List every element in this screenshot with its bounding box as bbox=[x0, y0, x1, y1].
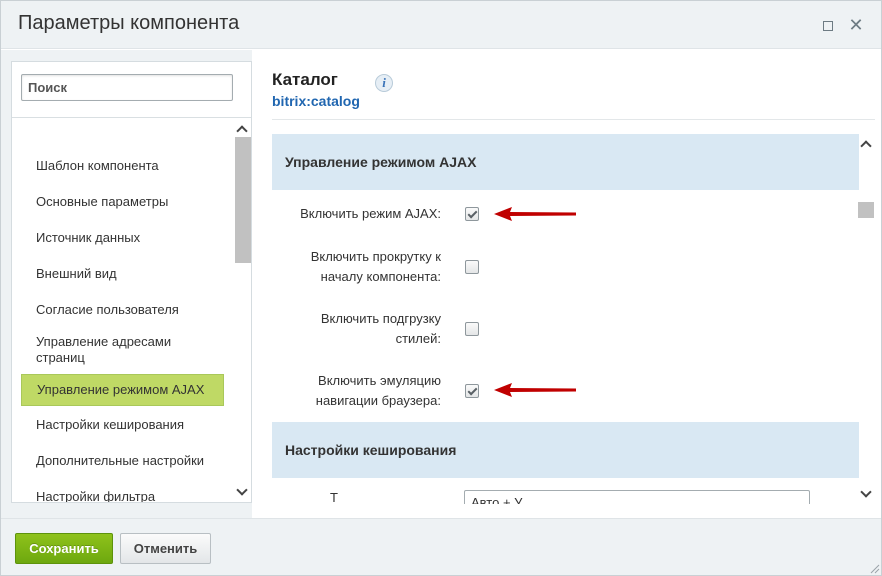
dialog-footer: Сохранить Отменить bbox=[1, 518, 881, 575]
sidebar-item-ajax[interactable]: Управление режимом AJAX bbox=[21, 374, 224, 406]
scroll-up-icon[interactable] bbox=[233, 121, 251, 137]
component-params-dialog: Параметры компонента ✕ Шаблон компонента… bbox=[0, 0, 882, 576]
red-arrow-pointer bbox=[494, 383, 576, 397]
scroll-down-icon[interactable] bbox=[857, 486, 875, 502]
param-label-history-emulation: Включить эмуляцию навигации браузера: bbox=[315, 373, 441, 408]
component-title: Каталог bbox=[272, 70, 338, 89]
section-cache-header: Настройки кеширования bbox=[272, 422, 859, 478]
sidebar-item-filter[interactable]: Настройки фильтра bbox=[21, 487, 224, 502]
sections-panel: Шаблон компонента Основные параметры Ист… bbox=[11, 61, 252, 503]
search-input[interactable] bbox=[21, 74, 233, 101]
sidebar-item-sef[interactable]: Управление адресами страниц bbox=[21, 332, 191, 368]
sidebar-item-consent[interactable]: Согласие пользователя bbox=[21, 300, 224, 320]
params-panel: Каталог i bitrix:catalog Управление режи… bbox=[252, 50, 881, 518]
scroll-down-icon[interactable] bbox=[233, 484, 251, 500]
cache-type-select[interactable]: Авто + У bbox=[464, 490, 810, 504]
scroll-up-icon[interactable] bbox=[857, 136, 875, 152]
param-label-cache-type: Т bbox=[330, 490, 338, 504]
sidebar-item-basic[interactable]: Основные параметры bbox=[21, 192, 224, 212]
params-form: Управление режимом AJAX Включить режим A… bbox=[272, 134, 859, 504]
info-icon[interactable]: i bbox=[375, 74, 393, 92]
scroll-thumb[interactable] bbox=[858, 202, 874, 218]
sidebar-item-datasource[interactable]: Источник данных bbox=[21, 228, 224, 248]
ajax-mode-checkbox[interactable] bbox=[465, 207, 479, 221]
sidebar-item-template[interactable]: Шаблон компонента bbox=[21, 156, 224, 176]
sidebar-item-cache[interactable]: Настройки кеширования bbox=[21, 415, 224, 435]
history-emulation-checkbox[interactable] bbox=[465, 384, 479, 398]
search-area bbox=[12, 62, 251, 118]
resize-grip-icon[interactable] bbox=[870, 564, 880, 574]
save-button[interactable]: Сохранить bbox=[15, 533, 113, 564]
section-ajax-header: Управление режимом AJAX bbox=[272, 134, 859, 190]
sidebar-item-additional[interactable]: Дополнительные настройки bbox=[21, 451, 224, 471]
scroll-thumb[interactable] bbox=[235, 137, 251, 263]
param-label-scroll-top: Включить прокрутку к началу компонента: bbox=[310, 249, 441, 284]
params-scrollbar[interactable] bbox=[857, 134, 875, 504]
maximize-icon[interactable] bbox=[818, 15, 838, 35]
sidebar-item-appearance[interactable]: Внешний вид bbox=[21, 264, 224, 284]
sections-scrollbar[interactable] bbox=[233, 119, 251, 502]
red-arrow-pointer bbox=[494, 207, 576, 221]
divider bbox=[272, 119, 875, 120]
close-icon[interactable]: ✕ bbox=[846, 15, 866, 35]
dialog-titlebar[interactable]: Параметры компонента ✕ bbox=[1, 1, 881, 49]
dialog-content: Шаблон компонента Основные параметры Ист… bbox=[1, 50, 881, 518]
param-label-ajax-mode: Включить режим AJAX: bbox=[300, 206, 441, 221]
component-code: bitrix:catalog bbox=[272, 93, 360, 109]
scroll-top-checkbox[interactable] bbox=[465, 260, 479, 274]
cancel-button[interactable]: Отменить bbox=[120, 533, 211, 564]
param-label-load-styles: Включить подгрузку стилей: bbox=[320, 311, 441, 346]
load-styles-checkbox[interactable] bbox=[465, 322, 479, 336]
dialog-title: Параметры компонента bbox=[18, 12, 240, 34]
